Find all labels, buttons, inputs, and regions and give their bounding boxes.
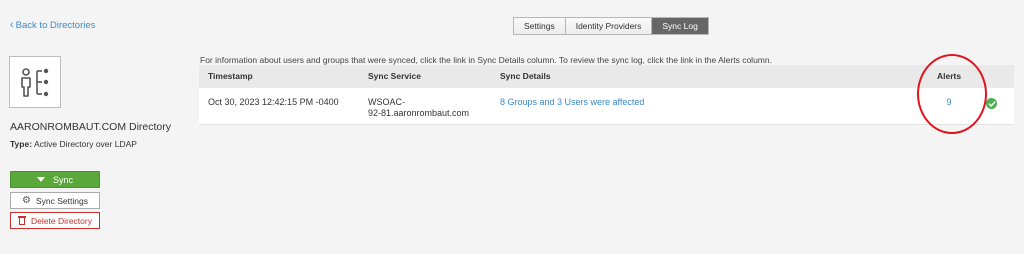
sync-service-line1: WSOAC- [368,97,405,107]
success-check-icon [986,98,997,109]
back-link-label: Back to Directories [15,20,96,31]
sync-button[interactable]: Sync [10,171,100,188]
back-to-directories-link[interactable]: ‹ Back to Directories [10,19,96,32]
delete-directory-button[interactable]: Delete Directory [10,212,100,229]
sync-service-line2: 92-81.aaronrombaut.com [368,108,470,118]
tab-sync-log[interactable]: Sync Log [652,18,708,34]
cell-timestamp: Oct 30, 2023 12:42:15 PM -0400 [208,97,339,107]
caret-down-icon [36,177,45,182]
directory-name: AARONROMBAUT.COM Directory [10,121,172,133]
gear-icon: ⚙ [22,194,31,206]
table-header: Timestamp Sync Service Sync Details Aler… [199,65,1014,88]
chevron-left-icon: ‹ [10,19,14,31]
sync-log-table: Timestamp Sync Service Sync Details Aler… [199,65,1014,125]
sync-settings-label: Sync Settings [35,195,88,206]
tab-settings[interactable]: Settings [514,18,566,34]
column-header-sync-service: Sync Service [368,71,421,81]
column-header-timestamp: Timestamp [208,71,253,81]
table-row: Oct 30, 2023 12:42:15 PM -0400 WSOAC- 92… [199,88,1014,125]
tab-identity-providers[interactable]: Identity Providers [565,18,653,34]
delete-directory-label: Delete Directory [31,215,92,226]
sync-settings-button[interactable]: ⚙ Sync Settings [10,192,100,209]
trash-icon [18,216,27,225]
column-header-sync-details: Sync Details [500,71,551,81]
cell-sync-service: WSOAC- 92-81.aaronrombaut.com [368,97,478,119]
directory-org-icon [9,56,61,108]
directory-type-label: Type: [10,139,33,149]
directory-type: Type: Active Directory over LDAP [10,139,137,149]
alerts-link[interactable]: 9 [937,97,961,108]
tab-bar: Settings Identity Providers Sync Log [513,17,709,35]
column-header-alerts: Alerts [937,71,962,81]
directory-type-value: Active Directory over LDAP [33,139,137,149]
sync-log-info: For information about users and groups t… [200,55,772,65]
sync-button-label: Sync [52,174,73,185]
sync-details-link[interactable]: 8 Groups and 3 Users were affected [500,97,644,108]
